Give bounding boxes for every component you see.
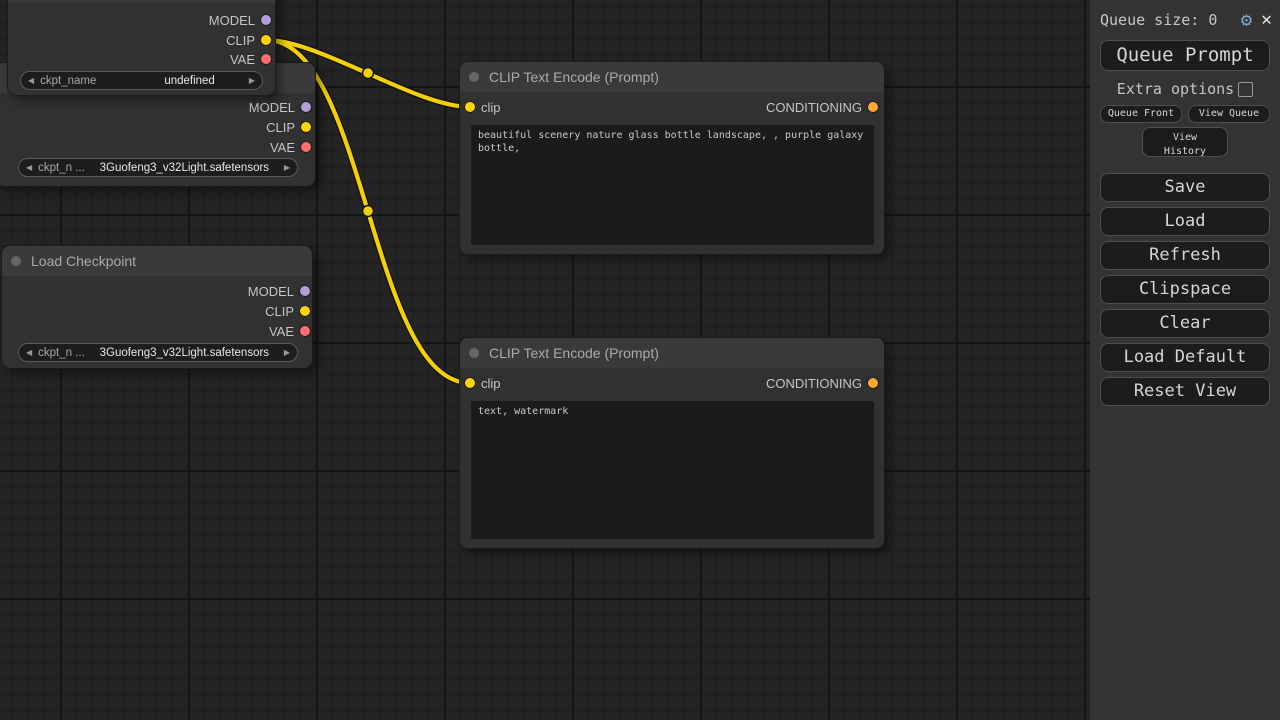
- node-title-bar[interactable]: [8, 0, 275, 3]
- output-slot-model: MODEL: [249, 97, 311, 117]
- widget-prev-icon[interactable]: ◀: [26, 163, 32, 172]
- slot-label: CLIP: [226, 33, 255, 48]
- node-title-bar[interactable]: Load Checkpoint: [2, 246, 312, 276]
- output-slot-clip: CLIP: [266, 117, 311, 137]
- close-icon[interactable]: ✕: [1261, 11, 1272, 29]
- clip-slot-dot[interactable]: [300, 306, 310, 316]
- widget-value: 3Guofeng3_v32Light.safetensors: [85, 162, 284, 174]
- slot-label: CLIP: [266, 120, 295, 135]
- prompt-textarea[interactable]: beautiful scenery nature glass bottle la…: [471, 125, 874, 245]
- ckpt-name-widget[interactable]: ◀ ckpt_n ... 3Guofeng3_v32Light.safetens…: [18, 343, 298, 362]
- clipspace-button[interactable]: Clipspace: [1100, 275, 1270, 304]
- node-title-bar[interactable]: CLIP Text Encode (Prompt): [460, 62, 884, 92]
- output-slot-vae: VAE: [230, 49, 271, 69]
- widget-prev-icon[interactable]: ◀: [28, 76, 34, 85]
- input-slot-clip: clip: [465, 97, 501, 117]
- node-title: CLIP Text Encode (Prompt): [489, 345, 659, 361]
- vae-slot-dot[interactable]: [300, 326, 310, 336]
- settings-gear-icon[interactable]: ⚙: [1241, 11, 1252, 30]
- queue-prompt-button[interactable]: Queue Prompt: [1100, 40, 1270, 71]
- queue-size-row: Queue size: 0 ⚙ ✕: [1090, 0, 1280, 32]
- node-title: Load Checkpoint: [31, 253, 136, 269]
- output-slot-vae: VAE: [269, 321, 310, 341]
- node-title: CLIP Text Encode (Prompt): [489, 69, 659, 85]
- comfy-menu: Queue size: 0 ⚙ ✕ Queue Prompt Extra opt…: [1090, 0, 1280, 720]
- view-history-line2: History: [1143, 145, 1227, 159]
- collapse-dot-icon[interactable]: [11, 256, 21, 266]
- extra-options-label: Extra options: [1117, 80, 1234, 98]
- comfyui-app: MODEL CLIP VAE ◀ ckpt_n ... 3Guofeng3_v3…: [0, 0, 1280, 720]
- wire-midpoint-dot[interactable]: [363, 68, 374, 79]
- node-clip-text-encode-negative[interactable]: CLIP Text Encode (Prompt) clip CONDITION…: [460, 338, 884, 548]
- ckpt-name-widget[interactable]: ◀ ckpt_name undefined ▶: [20, 71, 263, 90]
- clip-slot-dot[interactable]: [301, 122, 311, 132]
- output-slot-clip: CLIP: [265, 301, 310, 321]
- widget-next-icon[interactable]: ▶: [284, 348, 290, 357]
- vae-slot-dot[interactable]: [261, 54, 271, 64]
- wire-midpoint-dot[interactable]: [363, 206, 374, 217]
- reset-view-button[interactable]: Reset View: [1100, 377, 1270, 406]
- output-slot-clip: CLIP: [226, 30, 271, 50]
- output-slot-conditioning: CONDITIONING: [766, 373, 878, 393]
- extra-options-row: Extra options: [1090, 80, 1280, 98]
- output-slot-vae: VAE: [270, 137, 311, 157]
- clip-input-dot[interactable]: [465, 378, 475, 388]
- slot-label: MODEL: [248, 284, 294, 299]
- view-queue-button[interactable]: View Queue: [1188, 105, 1270, 123]
- widget-next-icon[interactable]: ▶: [284, 163, 290, 172]
- conditioning-slot-dot[interactable]: [868, 102, 878, 112]
- slot-label: CLIP: [265, 304, 294, 319]
- conditioning-slot-dot[interactable]: [868, 378, 878, 388]
- node-load-checkpoint-top[interactable]: MODEL CLIP VAE ◀ ckpt_name undefined ▶: [8, 0, 275, 95]
- output-slot-model: MODEL: [248, 281, 310, 301]
- slot-label: CONDITIONING: [766, 100, 862, 115]
- widget-label: ckpt_n ...: [38, 162, 85, 174]
- refresh-button[interactable]: Refresh: [1100, 241, 1270, 270]
- queue-actions-row: Queue Front View Queue: [1100, 105, 1270, 123]
- clip-input-dot[interactable]: [465, 102, 475, 112]
- slot-label: clip: [481, 100, 501, 115]
- ckpt-name-widget[interactable]: ◀ ckpt_n ... 3Guofeng3_v32Light.safetens…: [18, 158, 298, 177]
- slot-label: MODEL: [209, 13, 255, 28]
- output-slot-conditioning: CONDITIONING: [766, 97, 878, 117]
- model-slot-dot[interactable]: [301, 102, 311, 112]
- slot-label: clip: [481, 376, 501, 391]
- prompt-textarea[interactable]: text, watermark: [471, 401, 874, 539]
- collapse-dot-icon[interactable]: [469, 72, 479, 82]
- slot-label: MODEL: [249, 100, 295, 115]
- view-history-line1: View: [1143, 131, 1227, 145]
- widget-prev-icon[interactable]: ◀: [26, 348, 32, 357]
- vae-slot-dot[interactable]: [301, 142, 311, 152]
- input-slot-clip: clip: [465, 373, 501, 393]
- load-default-button[interactable]: Load Default: [1100, 343, 1270, 372]
- collapse-dot-icon[interactable]: [469, 348, 479, 358]
- output-slot-model: MODEL: [209, 10, 271, 30]
- model-slot-dot[interactable]: [261, 15, 271, 25]
- slot-label: VAE: [230, 52, 255, 67]
- widget-label: ckpt_name: [40, 75, 96, 87]
- model-slot-dot[interactable]: [300, 286, 310, 296]
- view-history-button[interactable]: View History: [1142, 127, 1228, 157]
- slot-label: CONDITIONING: [766, 376, 862, 391]
- queue-front-button[interactable]: Queue Front: [1100, 105, 1182, 123]
- clip-slot-dot[interactable]: [261, 35, 271, 45]
- slot-label: VAE: [269, 324, 294, 339]
- node-load-checkpoint[interactable]: Load Checkpoint MODEL CLIP VAE ◀ ckpt_n …: [2, 246, 312, 368]
- node-clip-text-encode-positive[interactable]: CLIP Text Encode (Prompt) clip CONDITION…: [460, 62, 884, 254]
- queue-size-label: Queue size: 0: [1100, 11, 1239, 29]
- load-button[interactable]: Load: [1100, 207, 1270, 236]
- widget-value: 3Guofeng3_v32Light.safetensors: [85, 347, 284, 359]
- widget-next-icon[interactable]: ▶: [249, 76, 255, 85]
- node-title-bar[interactable]: CLIP Text Encode (Prompt): [460, 338, 884, 368]
- extra-options-checkbox[interactable]: [1238, 82, 1253, 97]
- save-button[interactable]: Save: [1100, 173, 1270, 202]
- widget-label: ckpt_n ...: [38, 347, 85, 359]
- slot-label: VAE: [270, 140, 295, 155]
- clear-button[interactable]: Clear: [1100, 309, 1270, 338]
- widget-value: undefined: [96, 75, 248, 87]
